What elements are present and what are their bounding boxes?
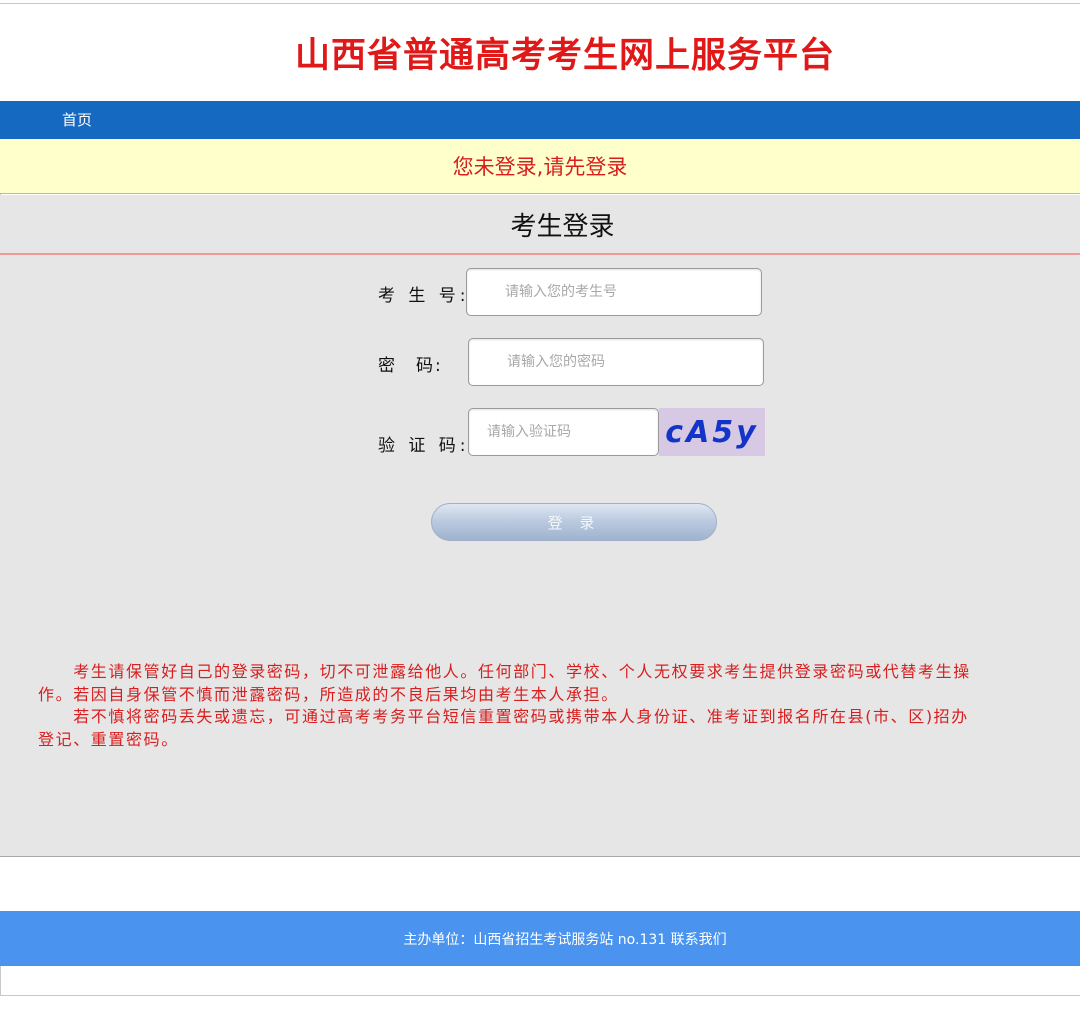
site-title: 山西省普通高考考生网上服务平台 xyxy=(294,36,835,76)
security-warning-line: 若不慎将密码丢失或遗忘，可通过高考考务平台短信重置密码或携带本人身份证、准考证到… xyxy=(38,707,969,726)
security-warning: 考生请保管好自己的登录密码，切不可泄露给他人。任何部门、学校、个人无权要求考生提… xyxy=(38,661,1080,751)
captcha-input[interactable] xyxy=(468,408,659,456)
login-panel: 考生登录 考 生 号: 密 码: 验 证 码: cA5y 登 录 考生请保管好自… xyxy=(0,195,1080,857)
candidate-number-input[interactable] xyxy=(466,268,762,316)
password-input[interactable] xyxy=(468,338,764,386)
site-header: 山西省普通高考考生网上服务平台 xyxy=(0,4,1080,101)
captcha-label: 验 证 码: xyxy=(378,436,470,456)
footer-text: 主办单位：山西省招生考试服务站 no.131 联系我们 xyxy=(403,931,727,948)
login-heading: 考生登录 xyxy=(0,195,1080,255)
login-notice: 您未登录,请先登录 xyxy=(0,139,1080,194)
login-heading-text: 考生登录 xyxy=(510,211,615,242)
security-warning-line: 登记、重置密码。 xyxy=(38,729,179,749)
nav-bar: 首页 xyxy=(0,101,1080,139)
site-footer: 主办单位：山西省招生考试服务站 no.131 联系我们 xyxy=(0,911,1080,966)
footer-spacer xyxy=(0,857,1080,911)
captcha-image[interactable]: cA5y xyxy=(659,408,765,456)
login-button[interactable]: 登 录 xyxy=(431,503,717,541)
security-warning-line: 作。若因自身保管不慎而泄露密码，所造成的不良后果均由考生本人承担。 xyxy=(38,684,619,704)
candidate-number-label: 考 生 号: xyxy=(378,286,470,306)
security-warning-line: 考生请保管好自己的登录密码，切不可泄露给他人。任何部门、学校、个人无权要求考生提… xyxy=(38,662,971,681)
password-label: 密 码: xyxy=(378,356,443,376)
login-notice-text: 您未登录,请先登录 xyxy=(452,155,628,179)
nav-item-home[interactable]: 首页 xyxy=(62,101,92,139)
